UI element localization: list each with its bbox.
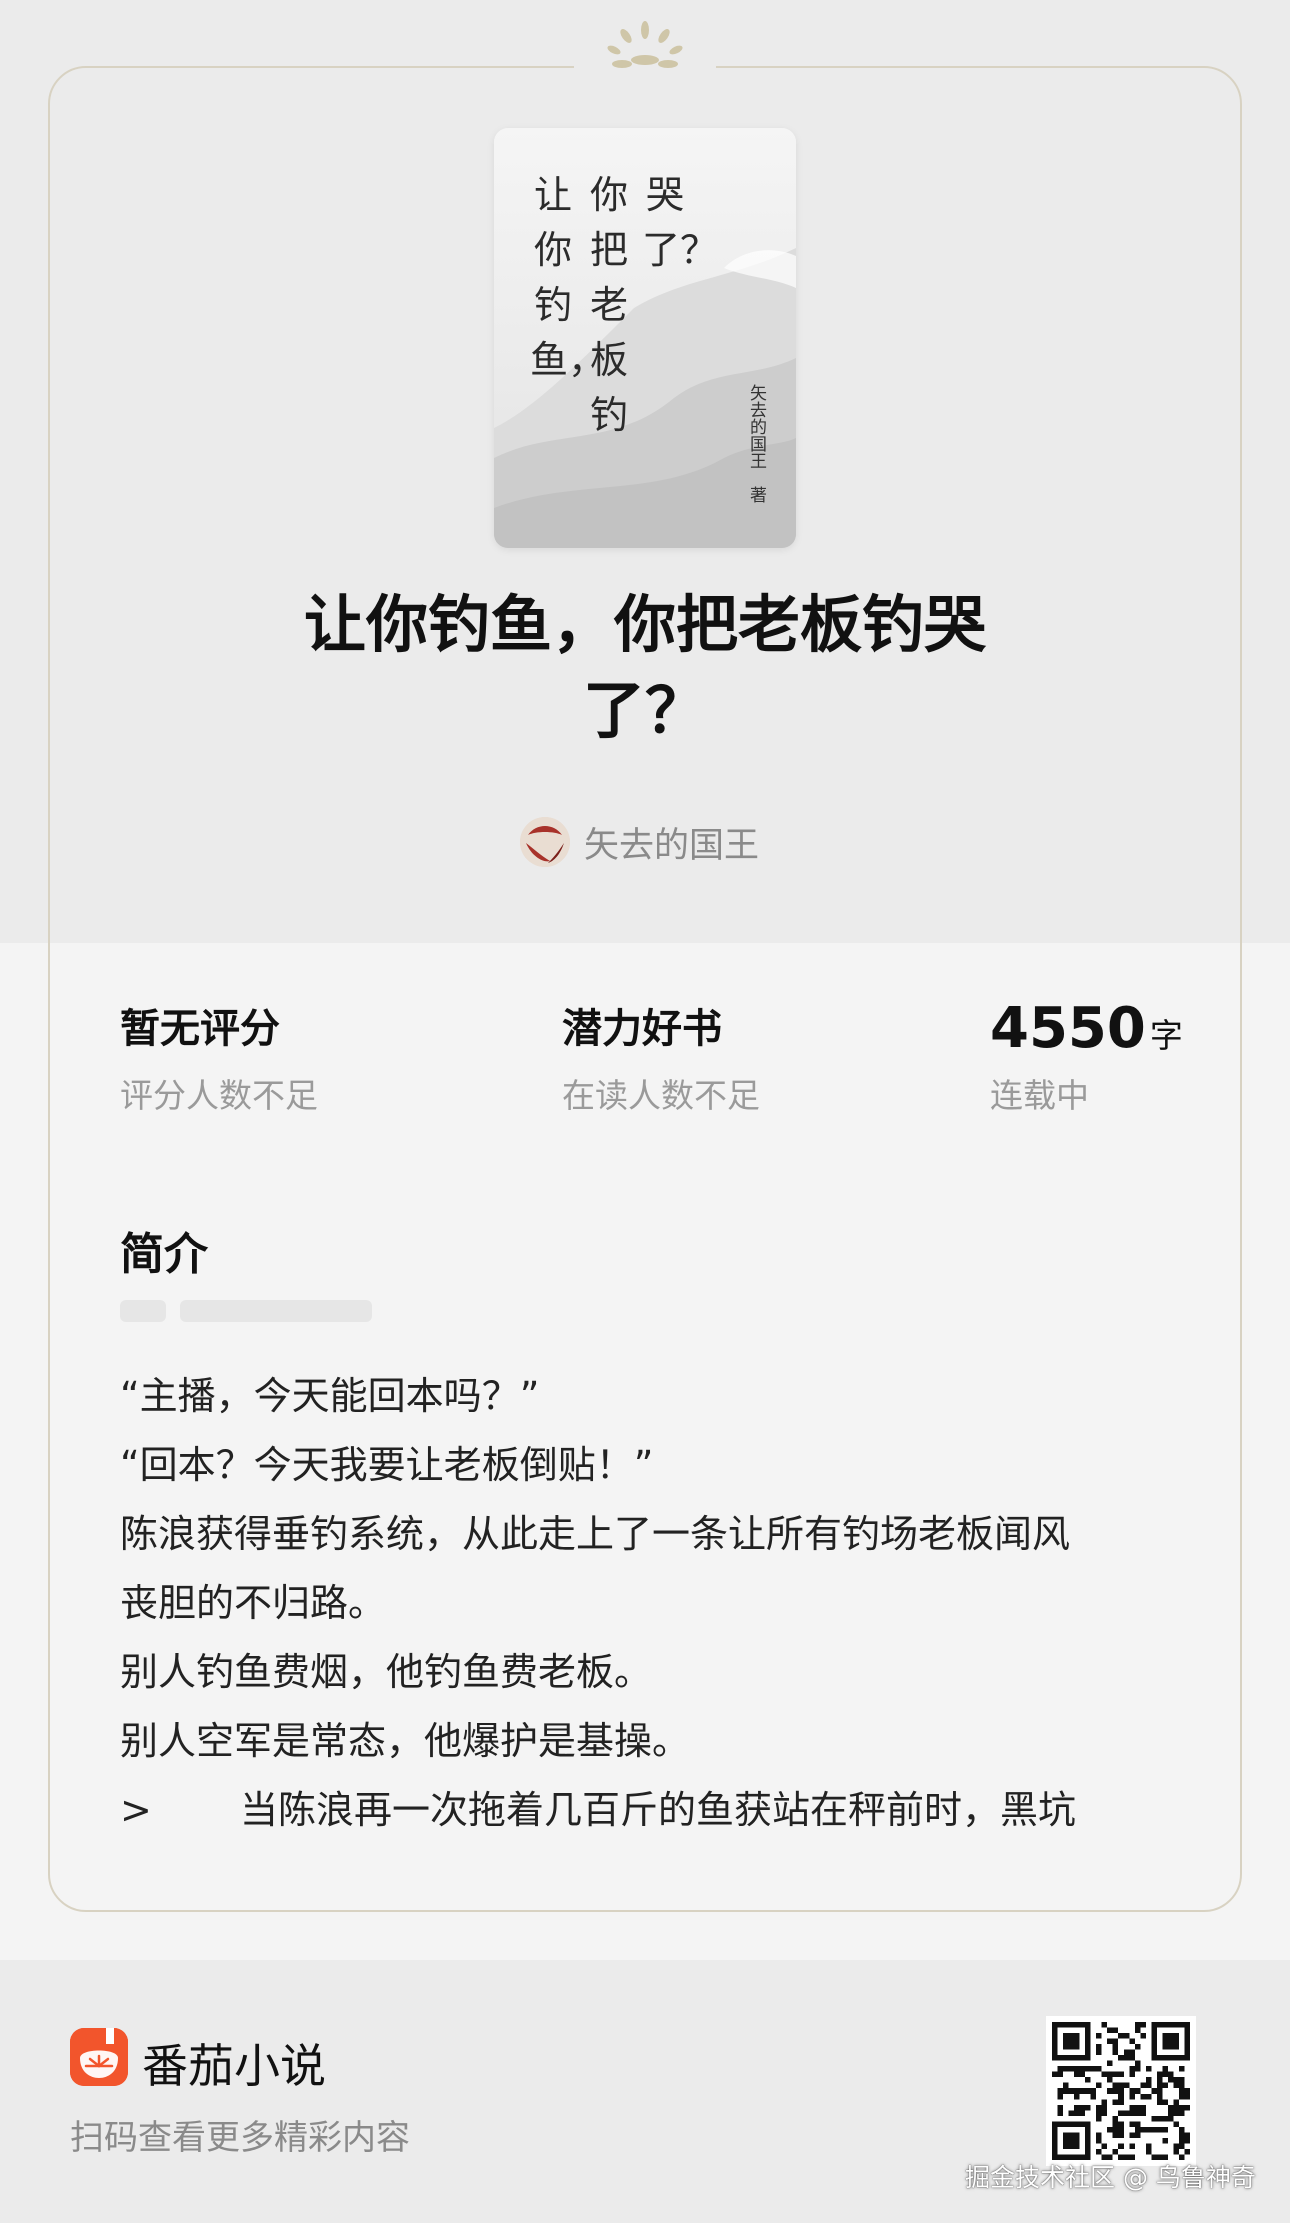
author-link[interactable]: 矢去的国王 [520, 814, 759, 870]
intro-line: “回本？今天我要让老板倒贴！” [120, 1443, 654, 1487]
book-cover[interactable]: 哭了？ 你把老板钓 让你钓鱼， 矢去的国王 著 [494, 128, 796, 548]
loading-placeholder [180, 1300, 372, 1322]
avatar-icon [520, 817, 570, 867]
serial-status: 连载中 [990, 1076, 1089, 1115]
intro-line: “主播，今天能回本吗？” [120, 1374, 540, 1418]
intro-heading: 简介 [120, 1229, 208, 1280]
cover-title-column-3: 让你钓鱼， [530, 173, 607, 382]
rating-label: 暂无评分 [120, 1006, 280, 1052]
intro-line: 丧胆的不归路。 [120, 1581, 387, 1625]
intro-line: 别人钓鱼费烟，他钓鱼费老板。 [120, 1650, 653, 1694]
word-count: 4550 [990, 996, 1146, 1061]
intro-line: > 当陈浪再一次拖着几百斤的鱼获站在秤前时，黑坑 [120, 1776, 1180, 1845]
qr-code-icon [1052, 2022, 1190, 2160]
intro-last-line: 当陈浪再一次拖着几百斤的鱼获站在秤前时，黑坑 [240, 1788, 1077, 1832]
cover-author: 矢去的国王 著 [746, 384, 766, 503]
rating-stat: 暂无评分 评分人数不足 [120, 1000, 318, 1118]
intro-text[interactable]: “主播，今天能回本吗？” “回本？今天我要让老板倒贴！” 陈浪获得垂钓系统，从此… [120, 1362, 1180, 1845]
qr-code[interactable] [1046, 2016, 1196, 2166]
word-count-stat: 4550 字 连载中 [990, 1000, 1183, 1118]
ornament-icon [607, 21, 683, 68]
potential-sub: 在读人数不足 [562, 1076, 760, 1115]
loading-placeholder [120, 1300, 166, 1322]
intro-line: 别人空军是常态，他爆护是基操。 [120, 1719, 691, 1763]
app-logo-icon [70, 2028, 128, 2086]
app-name: 番茄小说 [142, 2039, 326, 2093]
watermark: 掘金技术社区 @ 鸟鲁神奇 [965, 2163, 1256, 2192]
rating-sub: 评分人数不足 [120, 1076, 318, 1115]
cover-title-column-2: 你把老板钓 [589, 173, 628, 437]
app-tagline: 扫码查看更多精彩内容 [70, 2118, 410, 2158]
book-title: 让你钓鱼，你把老板钓哭了？ [303, 588, 986, 747]
intro-line: 陈浪获得垂钓系统，从此走上了一条让所有钓场老板闻风 [120, 1512, 1071, 1556]
word-count-unit: 字 [1149, 1016, 1183, 1055]
author-name: 矢去的国王 [584, 825, 760, 866]
author-avatar [520, 817, 570, 867]
cover-title-column-1: 哭了？ [642, 173, 719, 272]
expand-arrow-icon[interactable]: > [120, 1776, 240, 1845]
potential-stat: 潜力好书 在读人数不足 [562, 1000, 760, 1118]
potential-label: 潜力好书 [562, 1006, 722, 1052]
